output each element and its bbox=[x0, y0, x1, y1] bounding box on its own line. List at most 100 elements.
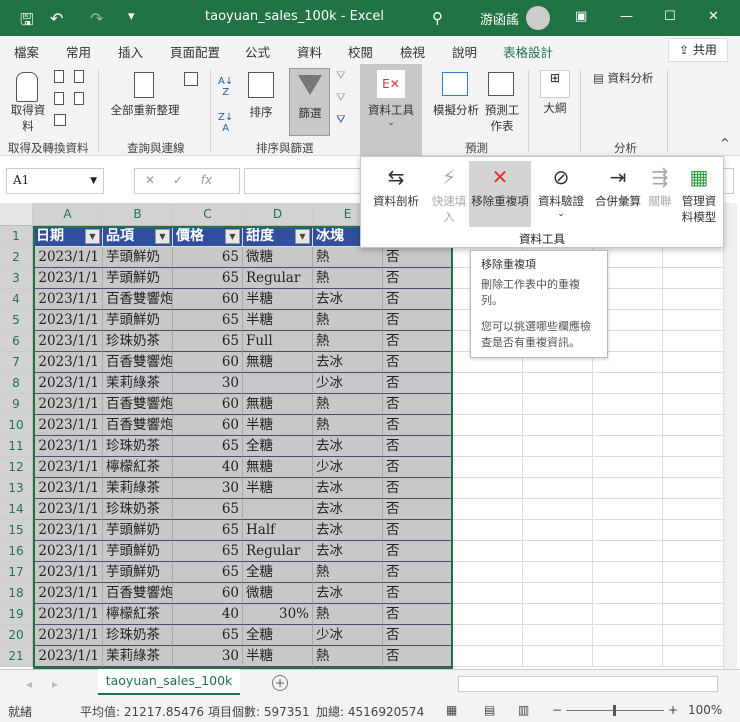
table-cell[interactable]: 2023/1/1 bbox=[33, 394, 103, 415]
table-cell[interactable]: 2023/1/1 bbox=[33, 625, 103, 646]
table-cell[interactable]: 否 bbox=[383, 541, 453, 562]
filter-button[interactable]: 篩選 bbox=[289, 68, 330, 136]
table-cell[interactable]: 芋頭鮮奶 bbox=[103, 310, 173, 331]
cell[interactable] bbox=[593, 436, 663, 457]
cell[interactable] bbox=[453, 394, 523, 415]
cell[interactable] bbox=[663, 625, 723, 646]
table-cell[interactable]: 2023/1/1 bbox=[33, 247, 103, 268]
share-button[interactable]: ⇪ 共用 bbox=[668, 38, 728, 62]
table-cell[interactable] bbox=[243, 499, 313, 520]
table-cell[interactable]: 2023/1/1 bbox=[33, 415, 103, 436]
table-cell[interactable]: 否 bbox=[383, 562, 453, 583]
row-header[interactable]: 1 bbox=[0, 226, 33, 247]
row-header[interactable]: 4 bbox=[0, 289, 33, 310]
filter-dropdown-icon[interactable]: ▼ bbox=[155, 229, 170, 244]
page-layout-view-icon[interactable]: ▤ bbox=[484, 703, 495, 717]
row-header[interactable]: 6 bbox=[0, 331, 33, 352]
table-header-cell[interactable]: 日期 ▼ bbox=[33, 226, 103, 247]
table-cell[interactable]: Regular bbox=[243, 268, 313, 289]
cell[interactable] bbox=[523, 520, 593, 541]
sort-za-icon[interactable]: Z↓ A bbox=[218, 112, 233, 134]
advanced-filter-icon[interactable]: ⛛ bbox=[336, 112, 346, 127]
tab-help[interactable]: 說明 bbox=[452, 42, 477, 61]
table-cell[interactable]: Full bbox=[243, 331, 313, 352]
cell[interactable] bbox=[523, 646, 593, 667]
cell[interactable] bbox=[523, 415, 593, 436]
table-cell[interactable]: 百香雙響炮 bbox=[103, 583, 173, 604]
table-cell[interactable]: 芋頭鮮奶 bbox=[103, 541, 173, 562]
add-sheet-icon[interactable]: + bbox=[272, 675, 288, 691]
zoom-out-icon[interactable]: − bbox=[552, 703, 562, 717]
table-cell[interactable]: 否 bbox=[383, 331, 453, 352]
cell[interactable] bbox=[663, 310, 723, 331]
row-header[interactable]: 17 bbox=[0, 562, 33, 583]
table-cell[interactable]: 去冰 bbox=[313, 352, 383, 373]
maximize-icon[interactable]: ☐ bbox=[664, 9, 676, 24]
cell[interactable] bbox=[593, 415, 663, 436]
minimize-icon[interactable]: — bbox=[620, 9, 633, 24]
existing-connections-icon[interactable] bbox=[74, 92, 84, 105]
table-cell[interactable]: 去冰 bbox=[313, 520, 383, 541]
table-cell[interactable]: 30 bbox=[173, 646, 243, 667]
cell[interactable] bbox=[663, 457, 723, 478]
table-cell[interactable]: 否 bbox=[383, 247, 453, 268]
table-cell[interactable]: 否 bbox=[383, 436, 453, 457]
row-header[interactable]: 7 bbox=[0, 352, 33, 373]
cell[interactable] bbox=[593, 646, 663, 667]
tab-home[interactable]: 常用 bbox=[66, 42, 91, 61]
cell[interactable] bbox=[453, 541, 523, 562]
column-header[interactable]: D bbox=[243, 203, 313, 226]
cell[interactable] bbox=[593, 583, 663, 604]
search-icon[interactable]: ⚲ bbox=[432, 9, 443, 27]
table-cell[interactable]: 否 bbox=[383, 520, 453, 541]
table-cell[interactable]: 百香雙響炮 bbox=[103, 415, 173, 436]
table-cell[interactable]: 無糖 bbox=[243, 352, 313, 373]
table-cell[interactable]: 60 bbox=[173, 289, 243, 310]
cell[interactable] bbox=[593, 541, 663, 562]
reapply-icon[interactable]: ⛛ bbox=[336, 90, 346, 105]
table-cell[interactable]: 65 bbox=[173, 436, 243, 457]
table-cell[interactable]: 半糖 bbox=[243, 289, 313, 310]
filter-dropdown-icon[interactable]: ▼ bbox=[225, 229, 240, 244]
table-cell[interactable]: 65 bbox=[173, 562, 243, 583]
table-cell[interactable]: 否 bbox=[383, 604, 453, 625]
table-cell[interactable]: 否 bbox=[383, 310, 453, 331]
table-cell[interactable]: 少冰 bbox=[313, 625, 383, 646]
table-cell[interactable]: 百香雙響炮 bbox=[103, 289, 173, 310]
table-cell[interactable]: 否 bbox=[383, 457, 453, 478]
vertical-scrollbar[interactable] bbox=[723, 203, 737, 669]
table-cell[interactable]: 去冰 bbox=[313, 478, 383, 499]
cell[interactable] bbox=[523, 478, 593, 499]
table-cell[interactable]: 否 bbox=[383, 499, 453, 520]
table-cell[interactable]: 2023/1/1 bbox=[33, 583, 103, 604]
get-data-button[interactable]: 取得資料 bbox=[8, 102, 48, 134]
table-cell[interactable]: 30 bbox=[173, 373, 243, 394]
table-cell[interactable]: 熱 bbox=[313, 562, 383, 583]
clear-filter-icon[interactable]: ⛛ bbox=[336, 68, 346, 83]
cell[interactable] bbox=[663, 499, 723, 520]
table-cell[interactable]: 30 bbox=[173, 478, 243, 499]
row-header[interactable]: 5 bbox=[0, 310, 33, 331]
cell[interactable] bbox=[593, 625, 663, 646]
save-icon[interactable]: 🖫 bbox=[20, 9, 34, 36]
table-cell[interactable] bbox=[243, 373, 313, 394]
table-cell[interactable]: 去冰 bbox=[313, 541, 383, 562]
zoom-slider-handle[interactable] bbox=[613, 705, 616, 716]
table-cell[interactable]: 茉莉綠茶 bbox=[103, 646, 173, 667]
cell[interactable] bbox=[663, 373, 723, 394]
cell[interactable] bbox=[663, 541, 723, 562]
zoom-slider[interactable] bbox=[566, 705, 664, 716]
avatar[interactable] bbox=[526, 6, 550, 30]
table-cell[interactable]: 65 bbox=[173, 625, 243, 646]
table-cell[interactable]: 去冰 bbox=[313, 289, 383, 310]
cell[interactable] bbox=[593, 373, 663, 394]
data-tools-button[interactable]: E✕ 資料工具 ⌄ bbox=[360, 64, 422, 156]
consolidate-button[interactable]: ⇥ 合併彙算 bbox=[593, 161, 643, 227]
table-cell[interactable]: 否 bbox=[383, 646, 453, 667]
cell[interactable] bbox=[523, 394, 593, 415]
table-cell[interactable]: 60 bbox=[173, 352, 243, 373]
table-cell[interactable]: 否 bbox=[383, 352, 453, 373]
close-icon[interactable]: ✕ bbox=[708, 9, 719, 24]
row-header[interactable]: 21 bbox=[0, 646, 33, 667]
table-header-cell[interactable]: 甜度 ▼ bbox=[243, 226, 313, 247]
